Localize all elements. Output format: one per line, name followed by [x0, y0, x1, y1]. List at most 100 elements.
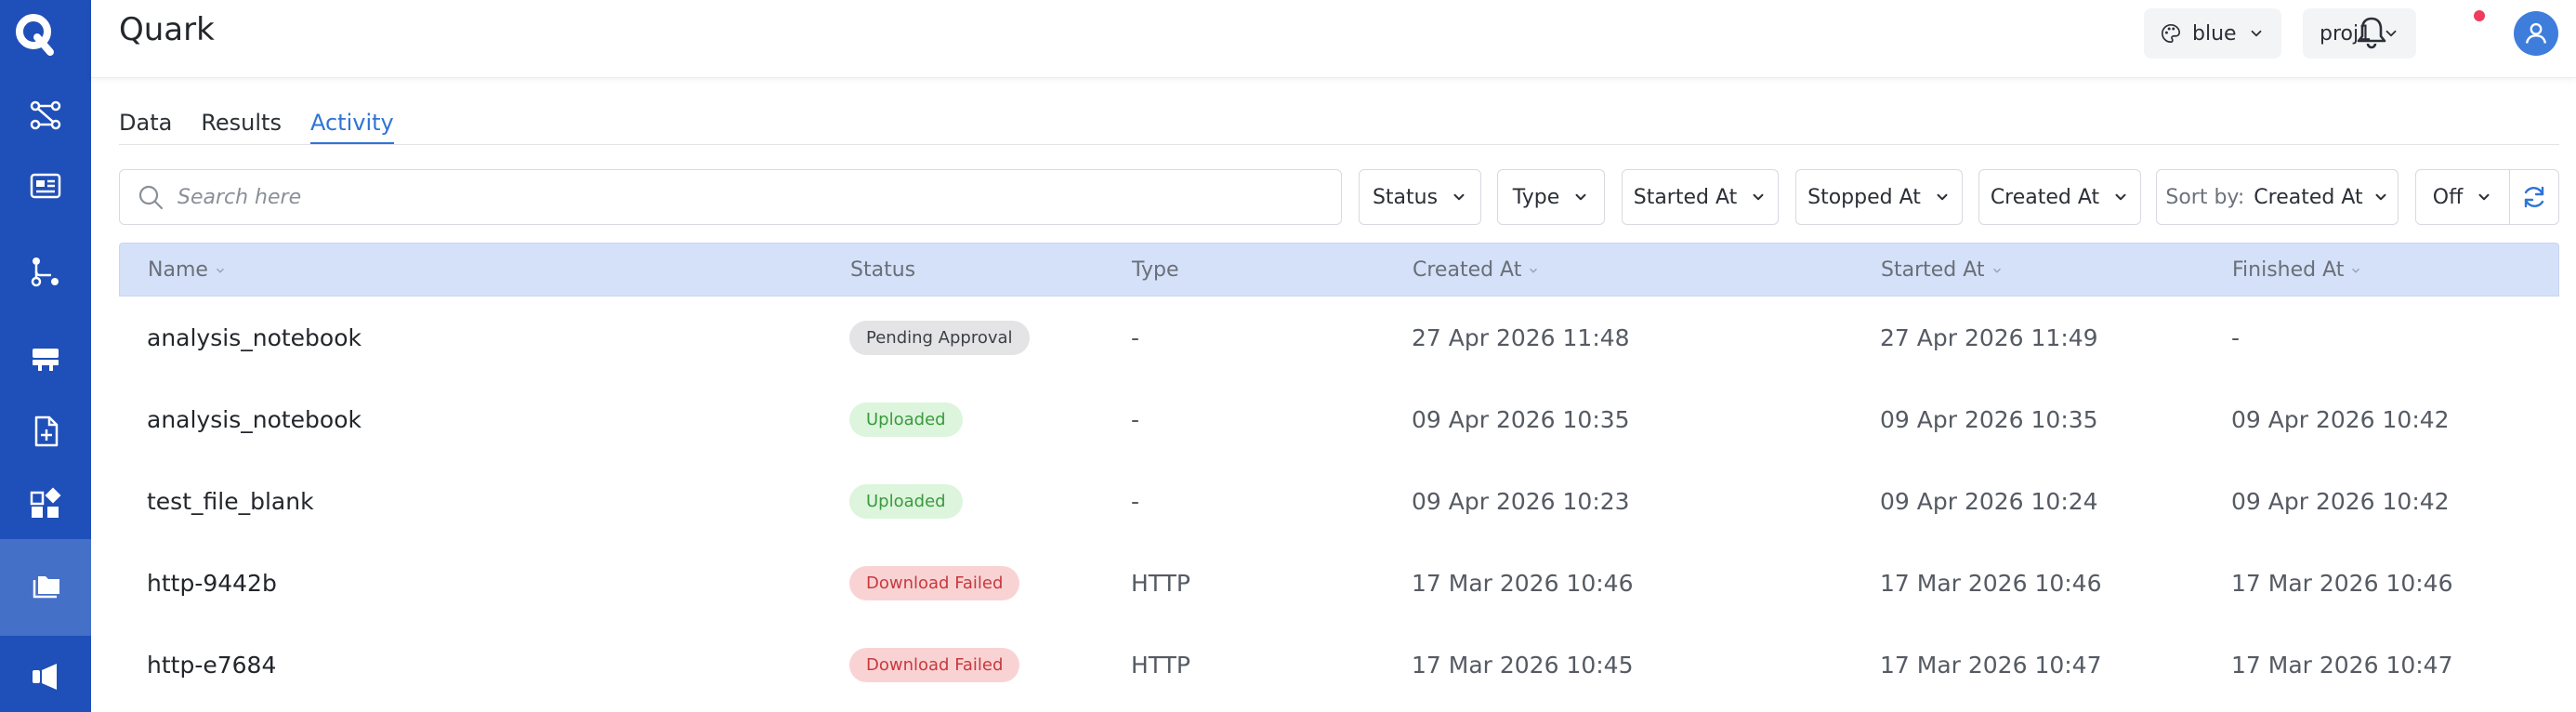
stopped-at-filter-label: Stopped At [1807, 185, 1921, 209]
started-at-filter-label: Started At [1633, 185, 1738, 209]
cell-name[interactable]: http-9442b [147, 542, 277, 624]
chevron-down-icon [2478, 193, 2490, 201]
column-header-type: Type [1132, 244, 1179, 297]
status-filter[interactable]: Status [1359, 169, 1481, 225]
cell-created-at: 27 Apr 2026 11:48 [1412, 323, 1630, 351]
quark-logo[interactable] [13, 9, 58, 58]
folder-icon [33, 576, 59, 599]
cell-type: - [1131, 487, 1140, 515]
pipeline-icon [30, 100, 61, 130]
sort-by-label: Sort by: [2165, 185, 2245, 209]
cell-started-at: 09 Apr 2026 10:24 [1880, 487, 2098, 515]
cell-created-at: 09 Apr 2026 10:35 [1412, 405, 1630, 433]
auto-refresh-value: Off [2432, 185, 2464, 209]
tab-activity[interactable]: Activity [309, 104, 394, 145]
cell-started-at: 17 Mar 2026 10:46 [1880, 569, 2102, 597]
cell-name[interactable]: analysis_notebook [147, 297, 361, 378]
sidebar-item-announcements[interactable] [0, 628, 91, 712]
sort-by-select[interactable]: Sort by: Created At [2156, 169, 2399, 225]
theme-label: blue [2192, 21, 2237, 46]
sort-chevron-icon [1530, 268, 1538, 273]
cell-created-at: 17 Mar 2026 10:45 [1412, 651, 1634, 679]
type-filter[interactable]: Type [1497, 169, 1605, 225]
table-row[interactable]: analysis_notebook Pending Approval - 27 … [119, 297, 2559, 378]
tab-data[interactable]: Data [119, 104, 172, 145]
dashboard-icon [30, 173, 61, 199]
cell-type: HTTP [1131, 569, 1190, 597]
sidebar-item-workflows[interactable] [0, 223, 91, 320]
cell-type: HTTP [1131, 651, 1190, 679]
chevron-down-icon [1753, 193, 1764, 201]
cell-type: - [1131, 323, 1140, 351]
table-row[interactable]: test_file_blank Uploaded - 09 Apr 2026 1… [119, 460, 2559, 542]
chevron-down-icon [2251, 30, 2261, 37]
auto-refresh-select[interactable]: Off [2415, 169, 2510, 225]
sidebar-item-files[interactable] [0, 539, 91, 636]
stopped-at-filter[interactable]: Stopped At [1795, 169, 1963, 225]
chevron-down-icon [1937, 193, 1948, 201]
sidebar [0, 0, 91, 712]
workflow-icon [31, 257, 59, 287]
started-at-filter[interactable]: Started At [1622, 169, 1779, 225]
chevron-down-icon [1575, 193, 1586, 201]
column-header-created-at[interactable]: Created At [1413, 244, 1540, 297]
cell-finished-at: 09 Apr 2026 10:42 [2231, 487, 2450, 515]
cell-started-at: 09 Apr 2026 10:35 [1880, 405, 2098, 433]
tabs-divider [119, 144, 2559, 145]
search-icon [138, 185, 164, 210]
column-label: Name [148, 258, 208, 282]
cell-finished-at: - [2231, 323, 2241, 351]
cell-name[interactable]: http-e7684 [147, 624, 276, 705]
status-badge: Uploaded [849, 402, 963, 437]
search-box [119, 169, 1342, 225]
sort-chevron-icon [216, 268, 224, 273]
notification-badge-dot [2474, 10, 2485, 21]
status-badge: Pending Approval [849, 320, 1030, 355]
cell-finished-at: 17 Mar 2026 10:47 [2231, 651, 2453, 679]
megaphone-icon [33, 664, 57, 690]
user-avatar[interactable] [2514, 11, 2558, 56]
search-input[interactable] [177, 185, 1293, 209]
column-header-finished-at[interactable]: Finished At [2232, 244, 2362, 297]
user-icon [2525, 22, 2547, 44]
page-tabs: Data Results Activity [119, 104, 394, 145]
widgets-icon [30, 487, 61, 518]
refresh-button[interactable] [2509, 169, 2559, 225]
theme-selector[interactable]: blue [2144, 8, 2281, 59]
sidebar-item-widgets[interactable] [0, 455, 91, 552]
column-label: Started At [1881, 258, 1985, 282]
table-row[interactable]: analysis_notebook Uploaded - 09 Apr 2026… [119, 378, 2559, 460]
column-label: Created At [1413, 258, 1522, 282]
chevron-down-icon [2115, 193, 2126, 201]
file-add-icon [34, 415, 59, 447]
status-filter-label: Status [1372, 185, 1439, 209]
cell-finished-at: 17 Mar 2026 10:46 [2231, 569, 2453, 597]
chevron-down-icon [1453, 193, 1465, 201]
status-badge: Download Failed [849, 565, 1020, 600]
created-at-filter[interactable]: Created At [1978, 169, 2141, 225]
cell-type: - [1131, 405, 1140, 433]
column-header-started-at[interactable]: Started At [1881, 244, 2004, 297]
notification-bell-icon[interactable] [2352, 13, 2391, 52]
cell-started-at: 27 Apr 2026 11:49 [1880, 323, 2098, 351]
column-label: Finished At [2232, 258, 2345, 282]
cell-created-at: 09 Apr 2026 10:23 [1412, 487, 1630, 515]
table-row[interactable]: http-9442b Download Failed HTTP 17 Mar 2… [119, 542, 2559, 624]
cell-finished-at: 09 Apr 2026 10:42 [2231, 405, 2450, 433]
tab-results[interactable]: Results [201, 104, 282, 145]
sort-chevron-icon [2352, 268, 2360, 273]
sort-by-value: Created At [2254, 185, 2363, 209]
status-badge: Download Failed [849, 647, 1020, 682]
table-row[interactable]: http-e7684 Download Failed HTTP 17 Mar 2… [119, 624, 2559, 705]
cell-name[interactable]: test_file_blank [147, 460, 314, 542]
chevron-down-icon [2375, 193, 2386, 201]
table-header: Name Status Type Created At Started At F… [119, 243, 2559, 297]
sidebar-item-dashboard[interactable] [0, 138, 91, 234]
palette-icon [2162, 24, 2180, 43]
status-badge: Uploaded [849, 483, 963, 519]
created-at-filter-label: Created At [1990, 185, 2100, 209]
type-filter-label: Type [1512, 185, 1560, 209]
cell-created-at: 17 Mar 2026 10:46 [1412, 569, 1634, 597]
cell-name[interactable]: analysis_notebook [147, 378, 361, 460]
column-header-name[interactable]: Name [148, 244, 227, 297]
